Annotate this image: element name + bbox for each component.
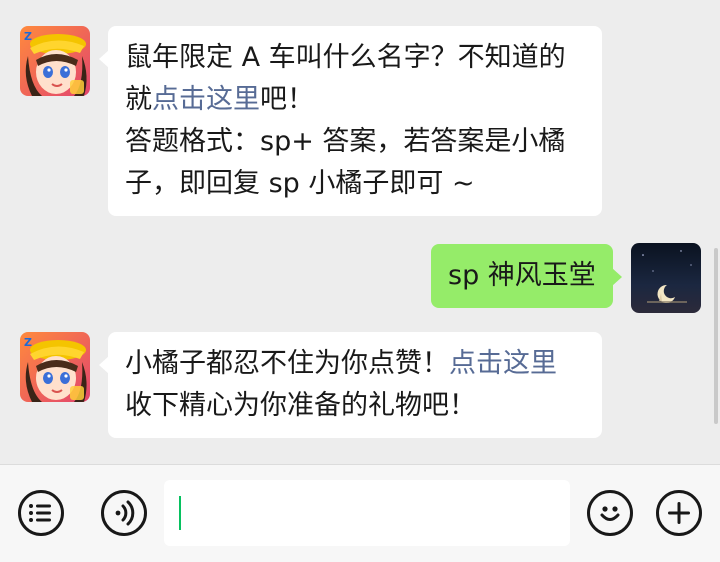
menu-list-icon[interactable] bbox=[18, 490, 64, 536]
game-app-avatar[interactable]: Z bbox=[20, 332, 90, 402]
click-here-link[interactable]: 点击这里 bbox=[449, 348, 557, 379]
message-line: sp 神风玉堂 bbox=[448, 255, 597, 297]
message-text: 答题格式：sp+ 答案，若答案是小橘 bbox=[125, 126, 566, 157]
game-app-avatar[interactable]: Z bbox=[20, 26, 90, 96]
click-here-link[interactable]: 点击这里 bbox=[152, 84, 260, 115]
emoji-icon[interactable] bbox=[587, 490, 633, 536]
moon-night-avatar[interactable] bbox=[631, 243, 701, 313]
message-text: 子，即回复 sp 小橘子即可 ~ bbox=[125, 168, 475, 199]
message-text: 吧！ bbox=[260, 84, 314, 115]
message-bubble-received[interactable]: 小橘子都忍不住为你点赞！点击这里收下精心为你准备的礼物吧！ bbox=[99, 332, 602, 438]
message-text: 收下精心为你准备的礼物吧！ bbox=[125, 390, 476, 421]
message-text: 小橘子都忍不住为你点赞！ bbox=[125, 348, 449, 379]
voice-icon[interactable] bbox=[101, 490, 147, 536]
message-line: 子，即回复 sp 小橘子即可 ~ bbox=[125, 163, 586, 205]
plus-icon[interactable] bbox=[656, 490, 702, 536]
message-line: 答题格式：sp+ 答案，若答案是小橘 bbox=[125, 121, 586, 163]
chat-area: Z 鼠年限定 A 车叫什么名字？不知道的 就点击这里吧！ 答题格式：sp+ 答案，若… bbox=[0, 0, 720, 464]
message-bubble-sent[interactable]: sp 神风玉堂 bbox=[431, 244, 622, 308]
scrollbar-thumb[interactable] bbox=[714, 248, 718, 424]
message-line: 小橘子都忍不住为你点赞！点击这里 bbox=[125, 343, 586, 385]
input-toolbar bbox=[0, 464, 720, 562]
message-text: 鼠年限定 A 车叫什么名字？不知道的 bbox=[125, 42, 566, 73]
message-line: 收下精心为你准备的礼物吧！ bbox=[125, 385, 586, 427]
message-input[interactable] bbox=[164, 480, 570, 546]
svg-text:Z: Z bbox=[24, 336, 32, 349]
message-bubble-received[interactable]: 鼠年限定 A 车叫什么名字？不知道的 就点击这里吧！ 答题格式：sp+ 答案，若答案… bbox=[99, 26, 602, 216]
message-line: 就点击这里吧！ bbox=[125, 79, 586, 121]
text-caret bbox=[179, 496, 181, 530]
message-line: 鼠年限定 A 车叫什么名字？不知道的 bbox=[125, 37, 586, 79]
message-text: sp 神风玉堂 bbox=[448, 260, 596, 291]
svg-text:Z: Z bbox=[24, 30, 32, 43]
message-text: 就 bbox=[125, 84, 152, 115]
